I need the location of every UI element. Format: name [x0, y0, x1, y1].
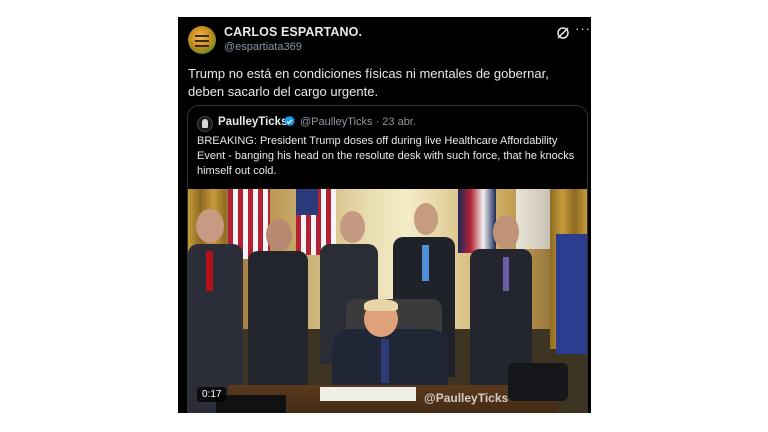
man-1-tie [206, 251, 213, 291]
desk-phone [508, 363, 568, 401]
more-icon[interactable]: ··· [575, 21, 591, 36]
quoted-author-name[interactable]: PaulleyTicks [218, 116, 287, 128]
video-duration: 0:17 [197, 387, 227, 402]
author-handle[interactable]: @espartiata369 [224, 41, 302, 53]
desk-papers [320, 387, 416, 401]
video-watermark: @PaulleyTicks [424, 391, 509, 405]
grok-icon[interactable] [556, 26, 570, 40]
flag-far-right [516, 189, 550, 249]
quoted-post[interactable]: PaulleyTicks @PaulleyTicks · 23 abr. BRE… [187, 105, 588, 413]
man-5-tie [503, 257, 509, 291]
post-text: Trump no está en condiciones físicas ni … [188, 66, 549, 99]
seated-man-tie [381, 339, 389, 383]
quoted-author-meta[interactable]: @PaulleyTicks · 23 abr. [300, 116, 416, 128]
man-5-head [493, 215, 519, 249]
flag-right [458, 189, 496, 253]
man-4-tie [422, 245, 429, 281]
video-thumbnail[interactable]: 0:17 @PaulleyTicks [188, 189, 587, 413]
verified-icon [284, 115, 295, 127]
quoted-post-text: BREAKING: President Trump doses off duri… [197, 135, 575, 177]
quoted-author-avatar[interactable] [197, 116, 213, 132]
man-3-head [340, 211, 365, 243]
flag-blue-right [556, 234, 587, 354]
desk-left-book [216, 395, 286, 413]
author-name[interactable]: CARLOS ESPARTANO. [224, 25, 362, 39]
man-4-head [414, 203, 438, 235]
post-card[interactable]: CARLOS ESPARTANO. @espartiata369 ··· Tru… [178, 17, 591, 413]
quoted-date: · 23 abr. [375, 116, 416, 128]
flag-canton [296, 189, 318, 215]
man-2-head [266, 219, 292, 251]
quoted-author-handle[interactable]: @PaulleyTicks [300, 116, 373, 128]
seated-man-hair [364, 299, 398, 311]
author-avatar[interactable] [188, 26, 216, 54]
man-1-head [196, 209, 224, 243]
